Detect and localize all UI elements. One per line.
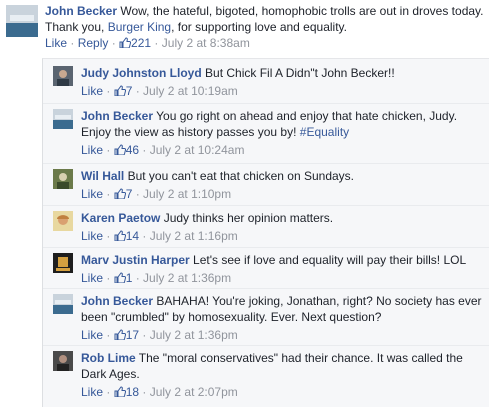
reply-author[interactable]: Rob Lime xyxy=(81,351,136,365)
reply-meta: Like · 18 · July 2 at 2:07pm xyxy=(81,385,238,399)
reply-item: Karen Paetow Judy thinks her opinion mat… xyxy=(53,210,483,244)
reply-item: Rob Lime The "moral conservatives" had t… xyxy=(53,350,483,400)
reply-author[interactable]: Marv Justin Harper xyxy=(81,253,190,267)
reply-item: John Becker BAHAHA! You're joking, Jonat… xyxy=(53,293,483,343)
reply-text: The "moral conservatives" had their chan… xyxy=(81,351,463,381)
divider xyxy=(43,163,489,164)
comment-author[interactable]: John Becker xyxy=(45,4,117,18)
like-count[interactable]: 17 xyxy=(114,328,139,342)
like-button[interactable]: Like xyxy=(81,229,103,243)
reply-meta: Like · 17 · July 2 at 1:36pm xyxy=(81,328,238,342)
reply-meta: Like · 46 · July 2 at 10:24am xyxy=(81,143,245,157)
like-button[interactable]: Like xyxy=(81,328,103,342)
reply-item: Marv Justin Harper Let's see if love and… xyxy=(53,252,483,286)
reply-author[interactable]: Judy Johnston Lloyd xyxy=(81,66,202,80)
comment-meta: Like · Reply · 221 · July 2 at 8:38am xyxy=(45,36,250,50)
reply-text: Let's see if love and equality will pay … xyxy=(193,253,467,267)
avatar[interactable] xyxy=(53,211,73,231)
like-count[interactable]: 1 xyxy=(114,271,132,285)
reply-text: But Chick Fil A Didn"t John Becker!! xyxy=(205,66,395,80)
top-comment: John Becker Wow, the hateful, bigoted, h… xyxy=(6,3,494,51)
timestamp[interactable]: July 2 at 1:10pm xyxy=(143,187,231,201)
reply-item: John Becker You go right on ahead and en… xyxy=(53,108,483,158)
timestamp[interactable]: July 2 at 1:16pm xyxy=(150,229,238,243)
divider xyxy=(43,103,489,104)
avatar[interactable] xyxy=(53,294,73,314)
reply-meta: Like · 7 · July 2 at 10:19am xyxy=(81,84,238,98)
reply-text: But you can't eat that chicken on Sunday… xyxy=(127,169,355,183)
avatar[interactable] xyxy=(53,109,73,129)
reply-author[interactable]: Karen Paetow xyxy=(81,211,160,225)
timestamp[interactable]: July 2 at 10:19am xyxy=(143,84,238,98)
like-count[interactable]: 7 xyxy=(114,187,132,201)
mention-link[interactable]: Burger King xyxy=(108,20,171,34)
thumbs-up-icon xyxy=(114,272,126,283)
reply-meta: Like · 1 · July 2 at 1:36pm xyxy=(81,271,232,285)
thumbs-up-icon xyxy=(114,85,126,96)
reply-button[interactable]: Reply xyxy=(78,36,109,50)
comment-text-end: , for supporting love and equality. xyxy=(171,20,347,34)
reply-author[interactable]: John Becker xyxy=(81,109,153,123)
timestamp[interactable]: July 2 at 1:36pm xyxy=(150,328,238,342)
timestamp[interactable]: July 2 at 8:38am xyxy=(162,36,250,50)
thumbs-up-icon xyxy=(114,230,126,241)
like-count[interactable]: 14 xyxy=(114,229,139,243)
divider xyxy=(43,247,489,248)
like-button[interactable]: Like xyxy=(81,84,103,98)
divider xyxy=(43,205,489,206)
like-button[interactable]: Like xyxy=(81,187,103,201)
reply-author[interactable]: Wil Hall xyxy=(81,169,124,183)
like-button[interactable]: Like xyxy=(81,143,103,157)
reply-item: Judy Johnston Lloyd But Chick Fil A Didn… xyxy=(53,65,483,99)
avatar[interactable] xyxy=(53,66,73,86)
timestamp[interactable]: July 2 at 1:36pm xyxy=(143,271,231,285)
hashtag-link[interactable]: #Equality xyxy=(300,125,349,139)
divider xyxy=(43,345,489,346)
thumbs-up-icon xyxy=(119,37,132,48)
reply-item: Wil Hall But you can't eat that chicken … xyxy=(53,168,483,202)
timestamp[interactable]: July 2 at 2:07pm xyxy=(150,385,238,399)
thumbs-up-icon xyxy=(114,386,126,397)
thumbs-up-icon xyxy=(114,144,126,155)
avatar[interactable] xyxy=(6,5,38,37)
timestamp[interactable]: July 2 at 10:24am xyxy=(150,143,245,157)
like-button[interactable]: Like xyxy=(45,36,67,50)
like-count[interactable]: 221 xyxy=(119,36,154,50)
reply-thread: Judy Johnston Lloyd But Chick Fil A Didn… xyxy=(42,58,489,407)
thumbs-up-icon xyxy=(114,188,126,199)
avatar[interactable] xyxy=(53,253,73,273)
like-count[interactable]: 46 xyxy=(114,143,139,157)
divider xyxy=(43,288,489,289)
like-count[interactable]: 18 xyxy=(114,385,139,399)
avatar[interactable] xyxy=(53,351,73,371)
avatar[interactable] xyxy=(53,169,73,189)
like-count[interactable]: 7 xyxy=(114,84,132,98)
thumbs-up-icon xyxy=(114,329,126,340)
like-button[interactable]: Like xyxy=(81,385,103,399)
like-button[interactable]: Like xyxy=(81,271,103,285)
reply-meta: Like · 7 · July 2 at 1:10pm xyxy=(81,187,232,201)
reply-meta: Like · 14 · July 2 at 1:16pm xyxy=(81,229,238,243)
reply-text: Judy thinks her opinion matters. xyxy=(163,211,334,225)
reply-author[interactable]: John Becker xyxy=(81,294,153,308)
